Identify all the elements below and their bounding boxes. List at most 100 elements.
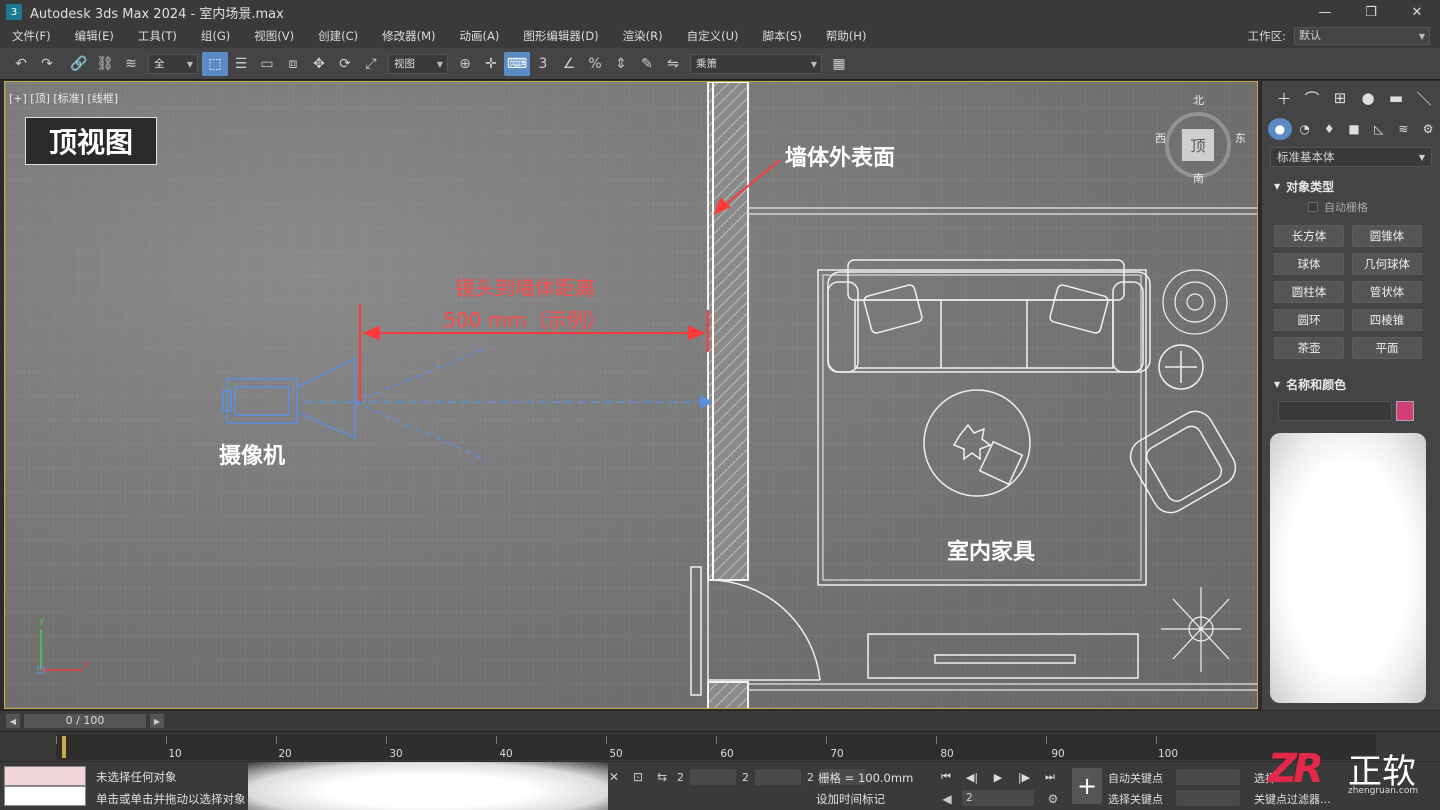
key-set-dropdown[interactable] — [1176, 769, 1240, 785]
menu-edit[interactable]: 编辑(E) — [63, 28, 126, 44]
reference-coord-dropdown[interactable]: 视图 — [388, 53, 448, 74]
time-config-icon[interactable]: ⚙ — [1044, 790, 1062, 808]
minimize-button[interactable]: — — [1302, 0, 1348, 24]
maxscript-output[interactable] — [4, 766, 86, 786]
torus-button[interactable]: 圆环 — [1274, 309, 1344, 331]
menu-tools[interactable]: 工具(T) — [126, 28, 189, 44]
object-name-input[interactable] — [1278, 401, 1392, 421]
autogrid-checkbox[interactable]: 自动栅格 — [1262, 199, 1440, 215]
select-object-icon[interactable]: ⬚ — [202, 51, 228, 76]
maxscript-input[interactable] — [4, 786, 86, 806]
compass-east[interactable]: 东 — [1235, 130, 1246, 146]
window-crossing-icon[interactable]: ⧈ — [280, 52, 306, 76]
box-button[interactable]: 长方体 — [1274, 225, 1344, 247]
go-to-start-icon[interactable]: ⏮ — [935, 768, 957, 786]
track-bar[interactable]: 10 20 30 40 50 60 70 80 90 100 — [0, 731, 1440, 761]
name-color-rollout[interactable]: ▼ 名称和颜色 — [1262, 375, 1440, 393]
systems-icon[interactable]: ⚙ — [1416, 118, 1440, 140]
pivot-center-icon[interactable]: ⊕ — [452, 52, 478, 76]
add-time-tag[interactable]: 设加时间标记 — [816, 791, 885, 807]
next-frame-icon[interactable]: |▶ — [1013, 768, 1035, 786]
menu-customize[interactable]: 自定义(U) — [675, 28, 751, 44]
object-type-rollout[interactable]: ▼ 对象类型 — [1262, 177, 1440, 195]
time-next-icon[interactable]: ▶ — [150, 714, 164, 728]
select-manipulate-icon[interactable]: ✛ — [478, 52, 504, 76]
geometry-icon[interactable]: ● — [1268, 118, 1292, 140]
frame-counter[interactable]: 0 / 100 — [24, 714, 146, 728]
menu-views[interactable]: 视图(V) — [242, 28, 306, 44]
create-tab-icon[interactable]: ＋ — [1272, 86, 1296, 110]
menu-rendering[interactable]: 渲染(R) — [611, 28, 675, 44]
angle-snap-icon[interactable]: ∠ — [556, 52, 582, 76]
selection-filter-dropdown[interactable]: 全 — [148, 53, 198, 74]
go-to-end-icon[interactable]: ⏭ — [1039, 768, 1061, 786]
selection-lock-icon[interactable]: ⊡ — [629, 768, 647, 786]
lights-icon[interactable]: ♦ — [1317, 118, 1341, 140]
top-viewport[interactable]: [+] [顶] [标准] [线框] 顶视图 墙体外表面 镜头到墙体距离 500 … — [4, 81, 1258, 709]
object-color-swatch[interactable] — [1396, 401, 1414, 421]
display-tab-icon[interactable]: ▬ — [1384, 86, 1408, 110]
pyramid-button[interactable]: 四棱锥 — [1352, 309, 1422, 331]
menu-animation[interactable]: 动画(A) — [448, 28, 512, 44]
menu-file[interactable]: 文件(F) — [0, 28, 63, 44]
sphere-button[interactable]: 球体 — [1274, 253, 1344, 275]
coord-y-field[interactable] — [755, 769, 801, 785]
shapes-icon[interactable]: ◔ — [1293, 118, 1317, 140]
tube-button[interactable]: 管状体 — [1352, 281, 1422, 303]
edit-named-selection-icon[interactable]: ✎ — [634, 52, 660, 76]
mirror-icon[interactable]: ⇋ — [660, 52, 686, 76]
bind-space-warp-icon[interactable]: ≋ — [118, 52, 144, 76]
helpers-icon[interactable]: ◺ — [1367, 118, 1391, 140]
maximize-button[interactable]: ❐ — [1348, 0, 1394, 24]
geometry-category-dropdown[interactable]: 标准基本体 — [1270, 147, 1432, 167]
auto-key-button[interactable]: 自动关键点 — [1108, 770, 1163, 786]
menu-help[interactable]: 帮助(H) — [814, 28, 879, 44]
cone-button[interactable]: 圆锥体 — [1352, 225, 1422, 247]
move-icon[interactable]: ✥ — [306, 52, 332, 76]
scale-icon[interactable]: ⤢ — [358, 52, 384, 76]
set-key-button[interactable]: 选择关键点 — [1108, 791, 1163, 807]
modify-tab-icon[interactable]: ⌒ — [1300, 86, 1324, 110]
utilities-tab-icon[interactable]: ＼ — [1412, 86, 1436, 110]
maxscript-listener[interactable] — [4, 766, 86, 806]
cylinder-button[interactable]: 圆柱体 — [1274, 281, 1344, 303]
menu-scripting[interactable]: 脚本(S) — [751, 28, 814, 44]
workspace-dropdown[interactable]: 默认 — [1294, 27, 1430, 45]
viewcube[interactable]: 顶 北 南 东 西 — [1155, 92, 1255, 192]
space-warps-icon[interactable]: ≋ — [1392, 118, 1416, 140]
compass-west[interactable]: 西 — [1155, 130, 1166, 146]
menu-modifiers[interactable]: 修改器(M) — [370, 28, 447, 44]
coord-x-field[interactable] — [690, 769, 736, 785]
motion-tab-icon[interactable]: ● — [1356, 86, 1380, 110]
isolate-icon[interactable]: ✕ — [605, 768, 623, 786]
menu-group[interactable]: 组(G) — [189, 28, 242, 44]
snap-3d-icon[interactable]: 3 — [530, 52, 556, 76]
redo-icon[interactable]: ↷ — [34, 52, 60, 76]
percent-snap-icon[interactable]: % — [582, 52, 608, 76]
scene-explorer-icon[interactable]: ▦ — [826, 52, 852, 76]
compass-south[interactable]: 南 — [1193, 170, 1204, 186]
named-selection-dropdown[interactable]: 乘箫 — [690, 53, 822, 74]
set-key-plus-button[interactable]: + — [1072, 768, 1102, 804]
previous-frame-icon[interactable]: ◀| — [961, 768, 983, 786]
play-icon[interactable]: ▶ — [987, 768, 1009, 786]
link-icon[interactable]: 🔗 — [66, 52, 92, 76]
close-button[interactable]: ✕ — [1394, 0, 1440, 24]
current-frame-field[interactable]: 2 — [962, 790, 1034, 806]
menu-graph-editors[interactable]: 图形编辑器(D) — [511, 28, 610, 44]
keyboard-shortcut-override-icon[interactable]: ⌨ — [504, 51, 530, 76]
plane-button[interactable]: 平面 — [1352, 337, 1422, 359]
track-bar-ruler[interactable]: 10 20 30 40 50 60 70 80 90 100 — [56, 734, 1376, 760]
teapot-button[interactable]: 茶壶 — [1274, 337, 1344, 359]
playhead[interactable] — [62, 736, 66, 758]
spinner-snap-icon[interactable]: ⇕ — [608, 52, 634, 76]
hierarchy-tab-icon[interactable]: ⊞ — [1328, 86, 1352, 110]
undo-icon[interactable]: ↶ — [8, 52, 34, 76]
time-prev-icon[interactable]: ◀ — [6, 714, 20, 728]
select-by-name-icon[interactable]: ☰ — [228, 52, 254, 76]
viewcube-top-face[interactable]: 顶 — [1182, 129, 1214, 161]
rotate-icon[interactable]: ⟳ — [332, 52, 358, 76]
unlink-icon[interactable]: ⛓ — [92, 52, 118, 76]
key-filter-dropdown[interactable] — [1176, 790, 1240, 806]
geosphere-button[interactable]: 几何球体 — [1352, 253, 1422, 275]
